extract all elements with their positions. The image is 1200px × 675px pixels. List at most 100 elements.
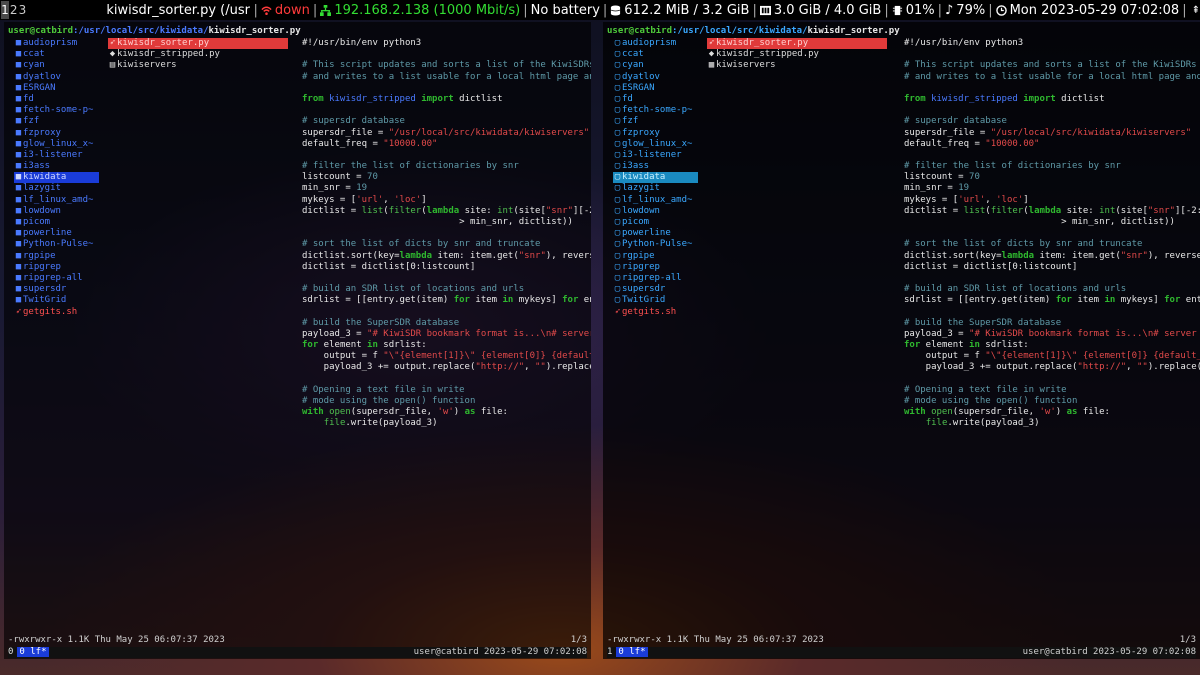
tmux-window-tab[interactable]: 0 lf* [17, 646, 49, 657]
dir-item[interactable]: ■ Python-Pulse~ [14, 239, 99, 250]
file-icon: ▦ [708, 60, 715, 71]
dir-item[interactable]: ■ TwitGrid [14, 295, 99, 306]
dir-item[interactable]: ▢ i3-listener [613, 150, 698, 161]
rocket-icon: ➶ [708, 38, 715, 48]
workspace-3-button[interactable]: 3 [19, 1, 27, 19]
rocket-icon: ➶ [614, 306, 621, 317]
dir-item[interactable]: ■ picom [14, 217, 99, 228]
code-line: # build an SDR list of locations and url… [302, 284, 525, 295]
dir-item[interactable]: ▢ audioprism [613, 38, 698, 49]
dir-item-selected[interactable]: ▢ kiwidata [613, 172, 698, 184]
dir-item[interactable]: ▢ glow_linux_x~ [613, 139, 698, 150]
folder-icon: ■ [15, 161, 22, 172]
file-item[interactable]: ▤ kiwiservers [108, 60, 288, 71]
dir-item[interactable]: ▢ ESRGAN [613, 83, 698, 94]
dir-item[interactable]: ■ lazygit [14, 183, 99, 194]
code-line: sdrlist = [[entry.get(item) for item in … [904, 295, 1200, 306]
code-line: dictlist.sort(key=lambda item: item.get(… [302, 250, 591, 261]
dir-item[interactable]: ■ i3-listener [14, 150, 99, 161]
code-line: # This script updates and sorts a list o… [302, 60, 591, 71]
file-item-executable[interactable]: ➶ getgits.sh [14, 307, 99, 318]
folder-icon: ■ [15, 272, 22, 283]
dir-item[interactable]: ▢ i3ass [613, 161, 698, 172]
dir-item[interactable]: ▢ Python-Pulse~ [613, 239, 698, 250]
dir-item[interactable]: ▢ cyan [613, 60, 698, 71]
dir-item[interactable]: ■ audioprism [14, 38, 99, 49]
dir-item[interactable]: ▢ lazygit [613, 183, 698, 194]
file-item-selected[interactable]: ➶ kiwisdr_sorter.py [108, 38, 288, 50]
dir-item[interactable]: ■ i3ass [14, 161, 99, 172]
file-position: 1/3 [570, 634, 587, 645]
dir-item[interactable]: ▢ picom [613, 217, 698, 228]
dir-item[interactable]: ▢ lf_linux_amd~ [613, 195, 698, 206]
workspace-2-button[interactable]: 2 [10, 1, 18, 19]
dir-item[interactable]: ▢ fzf [613, 116, 698, 127]
dir-item[interactable]: ▢ rgpipe [613, 251, 698, 262]
folder-icon: ■ [15, 228, 22, 239]
code-line: dictlist = dictlist[0:listcount] [302, 261, 476, 272]
dir-item[interactable]: ■ lowdown [14, 206, 99, 217]
file-item-selected[interactable]: ➶ kiwisdr_sorter.py [707, 38, 887, 50]
dir-item[interactable]: ■ fd [14, 94, 99, 105]
folder-icon: ■ [15, 138, 22, 149]
dir-item[interactable]: ■ ripgrep-all [14, 273, 99, 284]
dir-item[interactable]: ■ supersdr [14, 284, 99, 295]
dir-item[interactable]: ▢ supersdr [613, 284, 698, 295]
file-icon: ▤ [109, 60, 116, 71]
file-item[interactable]: ◆ kiwisdr_stripped.py [707, 49, 887, 60]
folder-icon: ■ [15, 239, 22, 250]
dir-item[interactable]: ▢ fd [613, 94, 698, 105]
dir-item[interactable]: ■ dyatlov [14, 72, 99, 83]
file-item[interactable]: ◆ kiwisdr_stripped.py [108, 49, 288, 60]
dir-item[interactable]: ■ cyan [14, 60, 99, 71]
cpu-icon [892, 5, 902, 15]
workspace-1-button[interactable]: 1 [1, 1, 9, 19]
battery-status: No battery [530, 2, 600, 18]
folder-icon: ▢ [614, 38, 621, 48]
dir-item[interactable]: ▢ ccat [613, 49, 698, 60]
code-line: for element in sdrlist: [302, 340, 427, 351]
dir-item[interactable]: ▢ powerline [613, 228, 698, 239]
dir-item[interactable]: ■ ripgrep [14, 262, 99, 273]
dir-item[interactable]: ■ glow_linux_x~ [14, 139, 99, 150]
window-title: kiwisdr_sorter.py (/usr/local/src/kiwida… [106, 2, 250, 18]
dir-item[interactable]: ■ fzf [14, 116, 99, 127]
top-status-bar: 1 2 3 kiwisdr_sorter.py (/usr/local/src/… [0, 0, 1200, 20]
dir-item[interactable]: ■ ESRGAN [14, 83, 99, 94]
code-line: # mode using the open() function [302, 396, 476, 406]
dir-item[interactable]: ▢ fetch-some-p~ [613, 105, 698, 116]
dir-item[interactable]: ▢ fzproxy [613, 128, 698, 139]
code-line: output = f "\"{element[1]}\" {element[0]… [904, 351, 1200, 362]
dir-item[interactable]: ■ lf_linux_amd~ [14, 195, 99, 206]
dir-item[interactable]: ▢ ripgrep-all [613, 273, 698, 284]
tray-icon[interactable]: ⇞ [1192, 5, 1200, 16]
dir-item-selected[interactable]: ■ kiwidata [14, 172, 99, 184]
dir-item[interactable]: ▢ TwitGrid [613, 295, 698, 306]
tmux-window-tab[interactable]: 0 lf* [616, 646, 648, 657]
wifi-icon [261, 6, 272, 15]
dir-item[interactable]: ■ powerline [14, 228, 99, 239]
folder-icon: ■ [15, 60, 22, 71]
dir-item[interactable]: ▢ dyatlov [613, 72, 698, 83]
dir-item[interactable]: ■ fetch-some-p~ [14, 105, 99, 116]
code-line: payload_3 = "# KiwiSDR bookmark format i… [302, 328, 591, 339]
file-item[interactable]: ▦ kiwiservers [707, 60, 887, 71]
folder-icon: ■ [15, 205, 22, 216]
folder-icon: ■ [15, 261, 22, 272]
dir-item[interactable]: ■ fzproxy [14, 128, 99, 139]
rocket-icon: ➶ [15, 306, 22, 317]
volume-level[interactable]: 79% [956, 3, 985, 18]
dir-item[interactable]: ▢ ripgrep [613, 262, 698, 273]
dir-item[interactable]: ■ ccat [14, 49, 99, 60]
code-line: listcount = 70 [904, 172, 980, 183]
dir-item[interactable]: ■ rgpipe [14, 251, 99, 262]
folder-icon: ■ [15, 93, 22, 104]
file-item-executable[interactable]: ➶ getgits.sh [613, 307, 698, 318]
terminal-window-right[interactable]: user@catbird:/usr/local/src/kiwidata/kiw… [603, 22, 1200, 659]
dir-item[interactable]: ▢ lowdown [613, 206, 698, 217]
terminal-window-left[interactable]: user@catbird:/usr/local/src/kiwidata/kiw… [4, 22, 591, 659]
